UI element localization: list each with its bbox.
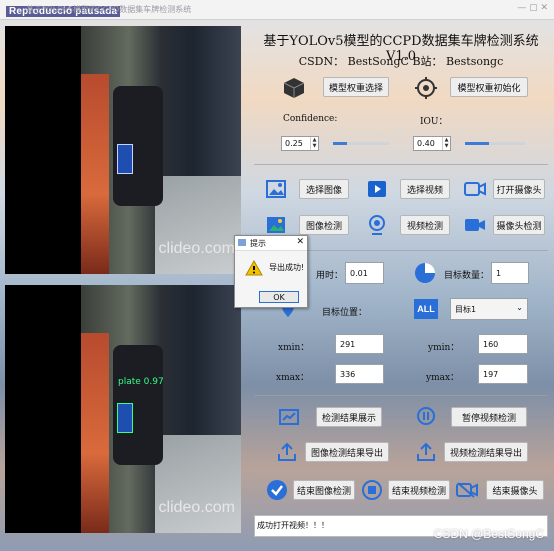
iou-slider-fill [465,142,489,145]
road-area [155,435,241,533]
xmin-label: xmin： [278,343,310,353]
red-car [81,333,109,533]
confidence-value: 0.25 [285,139,303,148]
confidence-label: Confidence: [283,114,338,124]
check-circle-icon [265,478,289,502]
app-small-icon [238,239,246,246]
ymax-label: ymax： [426,373,460,383]
ok-button[interactable]: OK [259,291,299,303]
dialog-title: 提示 [250,239,266,248]
detect-image-button[interactable]: 图像检测 [299,215,349,235]
license-plate [117,403,133,433]
video-watermark: clideo.com [158,240,235,257]
count-field[interactable]: 1 [491,262,529,284]
camera-detect-icon [463,215,487,235]
target-select-value: 目标1 [455,304,477,314]
end-video-detection-button[interactable]: 结束视频检测 [388,480,450,500]
open-camera-button[interactable]: 打开摄像头 [493,179,545,199]
ymin-field[interactable]: 160 [478,334,528,354]
export-success-dialog: 提示 ✕ 导出成功! OK [234,235,308,308]
chart-line-icon [278,407,300,427]
red-car [81,74,109,274]
cube-icon [281,75,307,101]
camera-outline-icon [463,179,487,199]
count-label: 目标数量： [444,271,490,281]
video-watermark: clideo.com [158,499,235,516]
time-field[interactable]: 0.01 [345,262,384,284]
xmin-field[interactable]: 291 [335,334,384,354]
detect-video-button[interactable]: 视频检测 [400,215,450,235]
window-controls[interactable]: — ▢ ✕ [517,3,548,13]
all-icon: ALL [414,299,438,319]
license-plate [117,144,133,174]
detection-label: plate 0.97 [118,377,164,387]
ymax-field[interactable]: 197 [478,364,528,384]
image-detect-icon [265,215,287,235]
iou-value: 0.40 [417,139,435,148]
pause-icon [415,405,437,427]
confidence-slider-fill [333,142,347,145]
pause-video-button[interactable]: 暂停视频检测 [451,407,527,427]
csdn-watermark: CSDN @BestSongC [433,527,544,541]
xmax-field[interactable]: 336 [335,364,384,384]
iou-label: IOU： [420,117,448,127]
end-camera-button[interactable]: 结束摄像头 [486,480,544,500]
divider [254,395,548,396]
chevron-down-icon[interactable]: ⌄ [516,303,523,312]
select-video-button[interactable]: 选择视频 [400,179,450,199]
warning-icon [245,259,263,279]
detect-camera-button[interactable]: 摄像头检测 [493,215,545,235]
video-file-icon [366,179,388,199]
iou-spinbox[interactable]: 0.40 ▲ ▼ [413,136,451,151]
camera-off-icon [455,480,479,500]
export-image-results-button[interactable]: 图像检测结果导出 [305,442,389,462]
pie-chart-icon [412,260,438,286]
dialog-message: 导出成功! [269,263,305,272]
iou-slider[interactable] [465,142,525,145]
select-image-button[interactable]: 选择图像 [299,179,349,199]
road-area [155,176,241,274]
select-weights-button[interactable]: 模型权重选择 [323,77,389,97]
divider [254,164,548,165]
target-icon [413,75,439,101]
ymin-label: ymin： [428,343,460,353]
spin-arrows-icon[interactable]: ▲ ▼ [310,137,318,150]
window-titlebar: Reproducció pausada 基于YOLOv5模型的CCPD数据集车牌… [0,0,554,20]
confidence-spinbox[interactable]: 0.25 ▲ ▼ [281,136,319,151]
export-video-results-button[interactable]: 视频检测结果导出 [444,442,528,462]
upload-icon [415,441,437,463]
confidence-slider[interactable] [333,142,389,145]
dialog-titlebar: 提示 ✕ [235,236,307,251]
upload-icon [276,441,298,463]
image-icon [265,179,287,199]
show-results-button[interactable]: 检测结果展示 [316,407,382,427]
spin-arrows-icon[interactable]: ▲ ▼ [442,137,450,150]
target-select[interactable]: 目标1 ⌄ [450,298,528,320]
position-label: 目标位置： [322,308,368,318]
stop-circle-icon [360,478,384,502]
end-image-detection-button[interactable]: 结束图像检测 [293,480,355,500]
init-weights-button[interactable]: 模型权重初始化 [450,77,528,97]
time-label: 用时： [316,271,344,281]
detection-video-pane: plate 0.97 clideo.com [5,285,241,533]
window-title: 基于YOLOv5模型的CCPD数据集车牌检测系统 [26,5,192,14]
webcam-icon [366,213,388,237]
original-video-pane: clideo.com [5,26,241,274]
xmax-label: xmax： [276,373,310,383]
author-info: CSDN： BestSongC B站： Bestsongc [298,55,504,68]
close-icon[interactable]: ✕ [296,237,304,247]
